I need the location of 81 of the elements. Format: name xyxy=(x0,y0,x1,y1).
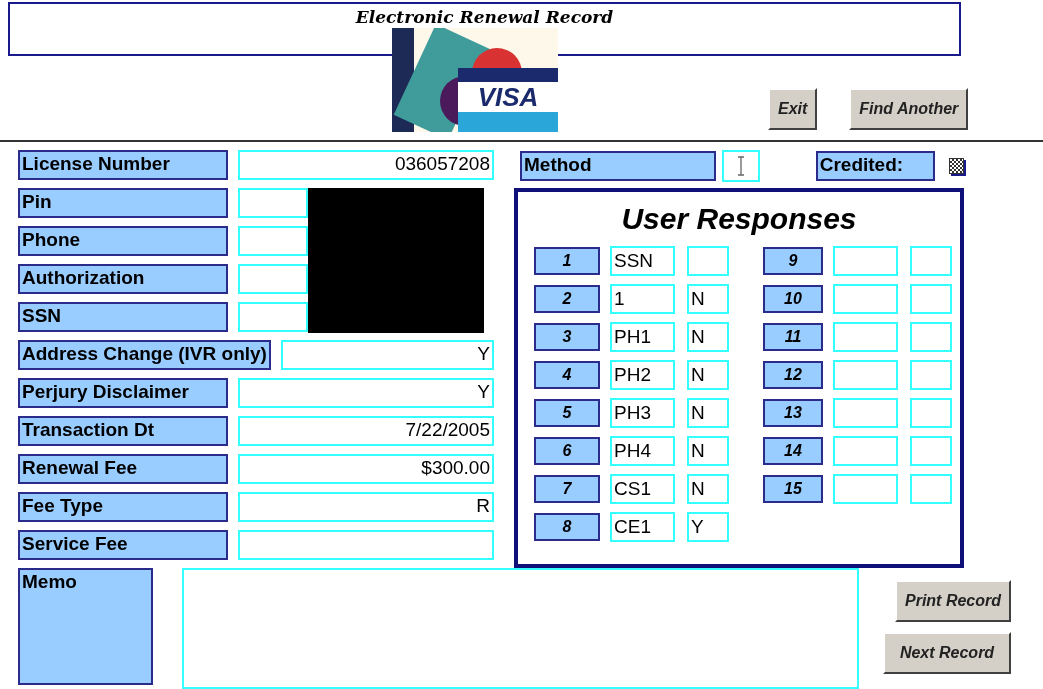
print-record-button[interactable]: Print Record xyxy=(895,580,1011,622)
find-another-button[interactable]: Find Another xyxy=(849,88,969,130)
response-answer-field[interactable]: N xyxy=(687,398,729,428)
response-code-field[interactable] xyxy=(833,474,898,504)
next-record-button[interactable]: Next Record xyxy=(883,632,1011,674)
response-code-field[interactable] xyxy=(833,284,898,314)
exit-button[interactable]: Exit xyxy=(768,88,818,130)
response-number: 6 xyxy=(534,437,600,465)
response-answer-field[interactable]: Y xyxy=(687,512,729,542)
response-number: 12 xyxy=(763,361,823,389)
response-answer-field[interactable] xyxy=(910,246,952,276)
field-label: Pin xyxy=(18,188,228,218)
text-field[interactable]: Y xyxy=(280,340,494,370)
response-code-field[interactable] xyxy=(833,322,898,352)
response-code-field[interactable] xyxy=(833,246,898,276)
response-code-field[interactable]: CS1 xyxy=(610,474,675,504)
field-label: License Number xyxy=(18,150,228,180)
field-label: Transaction Dt xyxy=(18,416,228,446)
response-answer-field[interactable] xyxy=(910,284,952,314)
response-answer-field[interactable]: N xyxy=(687,284,729,314)
response-answer-field[interactable]: N xyxy=(687,436,729,466)
response-answer-field[interactable] xyxy=(910,474,952,504)
response-code-field[interactable] xyxy=(833,398,898,428)
text-cursor-icon xyxy=(737,156,745,176)
field-label: Phone xyxy=(18,226,228,256)
text-field[interactable]: $300.00 xyxy=(238,454,494,484)
response-code-field[interactable]: PH4 xyxy=(610,436,675,466)
field-label: Perjury Disclaimer xyxy=(18,378,228,408)
user-responses-title: User Responses xyxy=(620,202,858,236)
response-code-field[interactable]: 1 xyxy=(610,284,675,314)
text-field[interactable]: 7/22/2005 xyxy=(238,416,494,446)
text-field[interactable] xyxy=(238,264,308,294)
response-number: 9 xyxy=(763,247,823,275)
response-code-field[interactable]: PH2 xyxy=(610,360,675,390)
response-number: 10 xyxy=(763,285,823,313)
response-number: 3 xyxy=(534,323,600,351)
credited-checkbox[interactable] xyxy=(949,158,964,174)
field-label: Renewal Fee xyxy=(18,454,228,484)
response-answer-field[interactable]: N xyxy=(687,474,729,504)
window-title: Electronic Renewal Record xyxy=(355,6,614,29)
response-number: 14 xyxy=(763,437,823,465)
response-code-field[interactable] xyxy=(833,360,898,390)
response-code-field[interactable]: PH3 xyxy=(610,398,675,428)
response-number: 7 xyxy=(534,475,600,503)
field-label: Address Change (IVR only) xyxy=(18,340,271,370)
text-field[interactable] xyxy=(238,188,308,218)
response-answer-field[interactable]: N xyxy=(687,322,729,352)
response-number: 4 xyxy=(534,361,600,389)
response-number: 13 xyxy=(763,399,823,427)
text-field[interactable]: R xyxy=(238,492,494,522)
response-answer-field[interactable]: N xyxy=(687,360,729,390)
memo-field[interactable] xyxy=(182,568,859,689)
response-number: 5 xyxy=(534,399,600,427)
field-label: SSN xyxy=(18,302,228,332)
field-label: Fee Type xyxy=(18,492,228,522)
text-field[interactable]: 036057208 xyxy=(238,150,494,180)
response-answer-field[interactable] xyxy=(910,398,952,428)
response-answer-field[interactable] xyxy=(910,322,952,352)
response-number: 2 xyxy=(534,285,600,313)
method-field[interactable] xyxy=(722,150,760,182)
response-code-field[interactable]: SSN xyxy=(610,246,675,276)
text-field[interactable] xyxy=(238,226,308,256)
visa-logo-text: VISA xyxy=(476,82,540,112)
text-field[interactable] xyxy=(238,302,308,332)
response-number: 11 xyxy=(763,323,823,351)
text-field[interactable]: Y xyxy=(238,378,494,408)
response-code-field[interactable]: CE1 xyxy=(610,512,675,542)
response-number: 8 xyxy=(534,513,600,541)
response-number: 1 xyxy=(534,247,600,275)
field-label: Service Fee xyxy=(18,530,228,560)
credited-label: Credited: xyxy=(815,151,935,181)
field-label: Authorization xyxy=(18,264,228,294)
response-code-field[interactable]: PH1 xyxy=(610,322,675,352)
response-answer-field[interactable] xyxy=(910,360,952,390)
method-label: Method xyxy=(520,151,717,181)
response-number: 15 xyxy=(763,475,823,503)
response-answer-field[interactable] xyxy=(910,436,952,466)
response-answer-field[interactable] xyxy=(687,246,729,276)
memo-label: Memo xyxy=(18,568,153,685)
text-field[interactable] xyxy=(238,530,494,560)
response-code-field[interactable] xyxy=(833,436,898,466)
